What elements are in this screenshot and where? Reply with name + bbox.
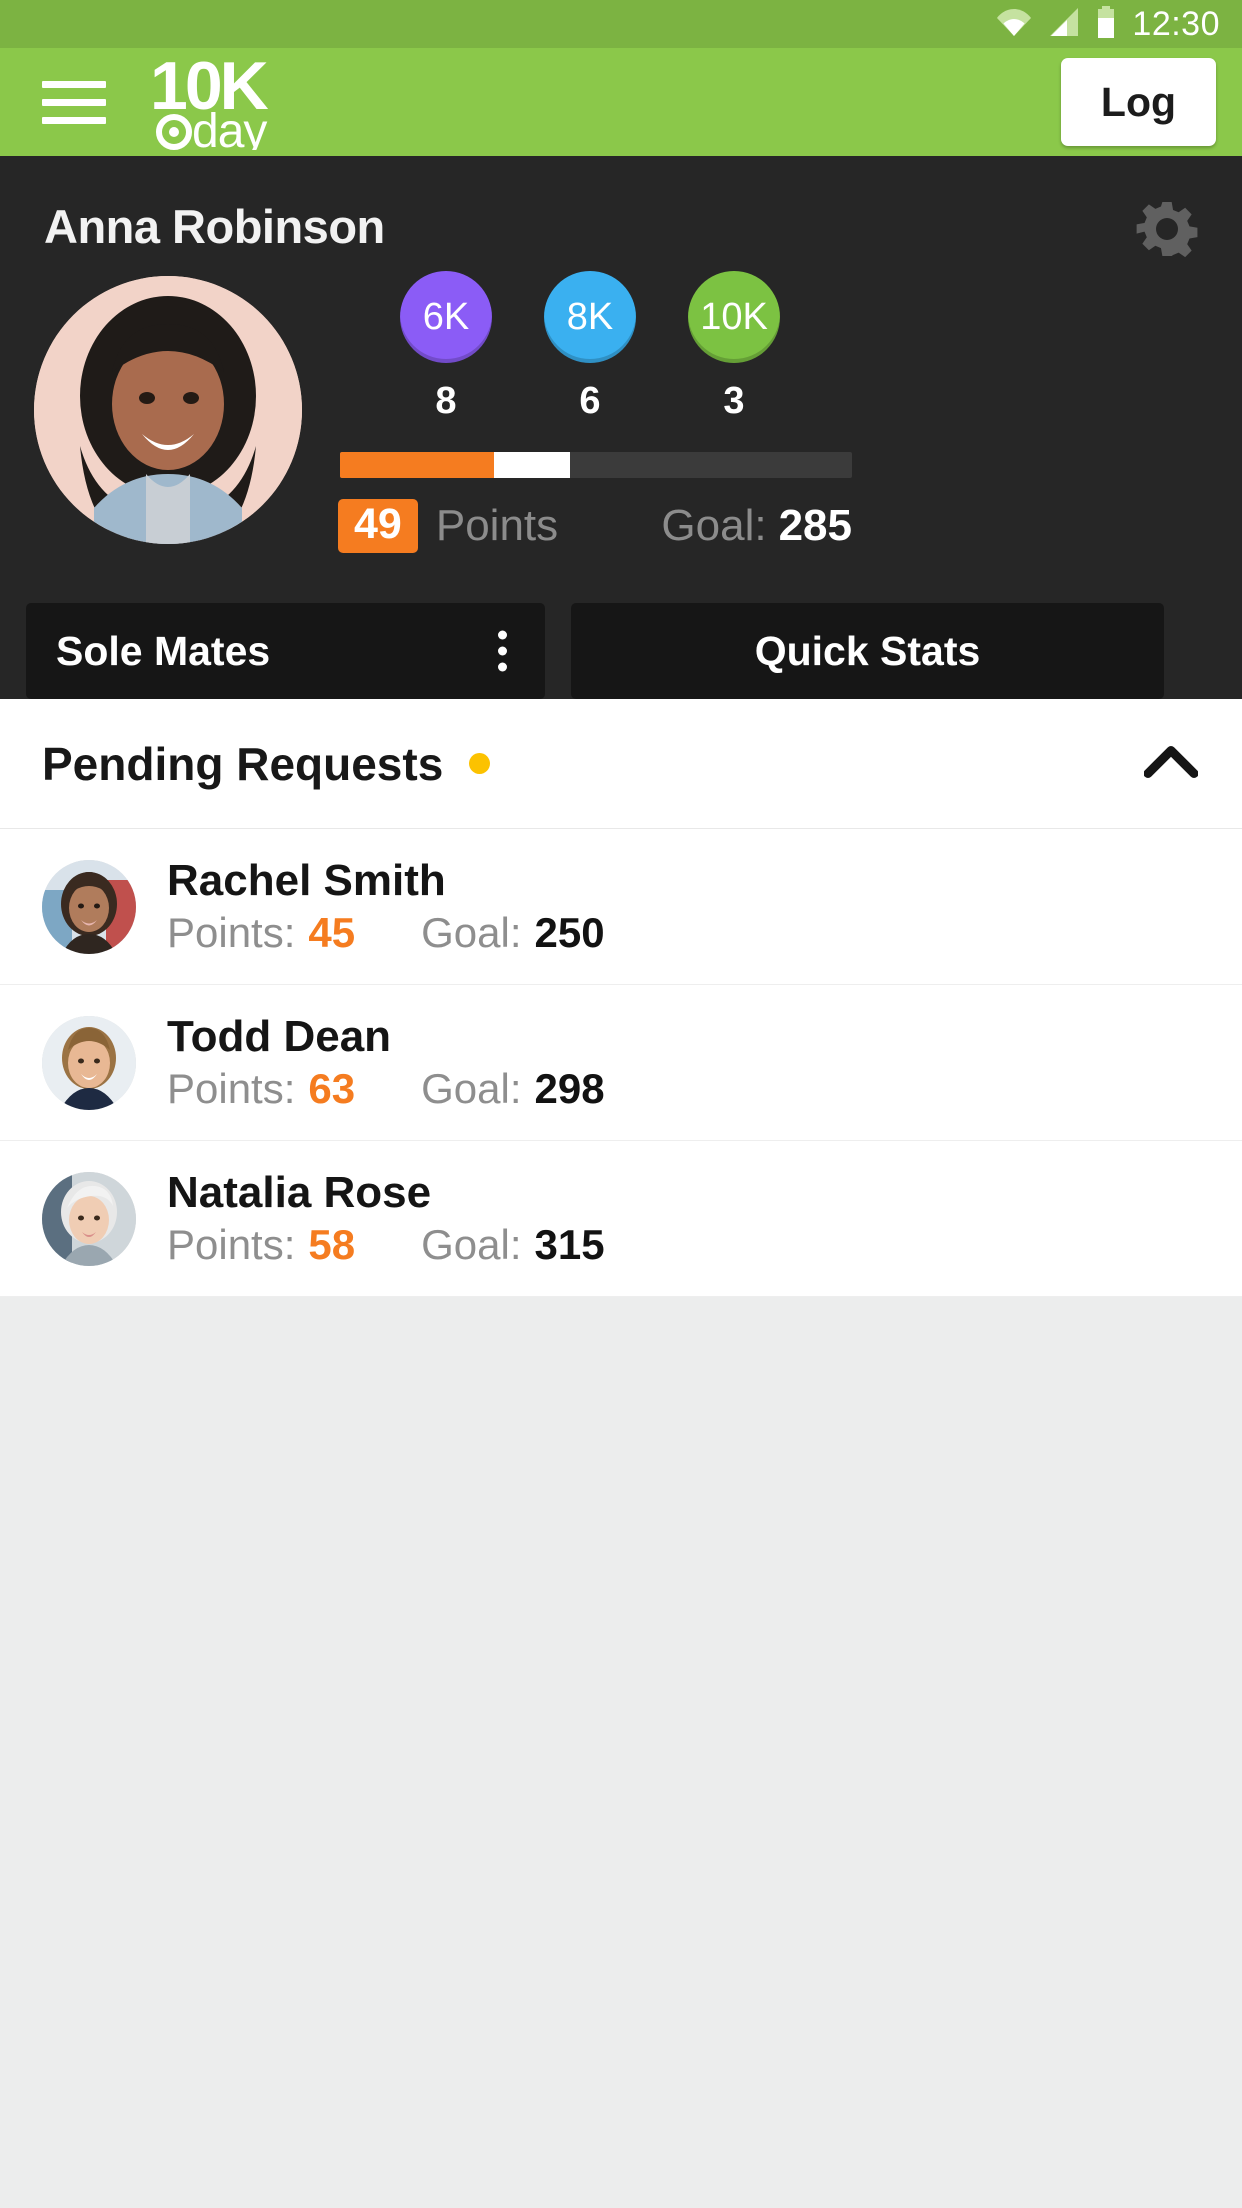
- goal-value: 298: [534, 1065, 605, 1113]
- goal-label: Goal:: [661, 501, 767, 550]
- request-info: Rachel Smith Points: 45 Goal: 250: [167, 856, 605, 957]
- battery-icon: [1096, 5, 1116, 43]
- avatar: [42, 1171, 136, 1266]
- badge-group: 6K 8: [400, 271, 492, 423]
- hamburger-menu-icon[interactable]: [42, 80, 106, 124]
- quick-stats-button[interactable]: Quick Stats: [571, 603, 1164, 699]
- points-value-chip: 49: [338, 499, 418, 553]
- pending-requests-title: Pending Requests: [42, 737, 444, 790]
- request-name: Todd Dean: [167, 1011, 392, 1061]
- app-logo: 10K day: [150, 54, 365, 150]
- goal-label: Goal:: [421, 909, 522, 957]
- points-value: 45: [308, 909, 356, 957]
- badge-6k[interactable]: 6K: [400, 271, 492, 363]
- points-group: 49 Points: [338, 499, 558, 553]
- points-label: Points:: [167, 909, 296, 957]
- points-row: 49 Points Goal: 285: [338, 499, 852, 553]
- goal-group: Goal: 285: [661, 501, 852, 551]
- pending-indicator-dot: [469, 753, 491, 774]
- action-button-row: Sole Mates Quick Stats: [0, 603, 1242, 699]
- status-bar-clock: 12:30: [1132, 4, 1220, 43]
- wifi-icon: [997, 7, 1032, 42]
- goal-value: 315: [534, 1221, 605, 1269]
- app-bar: 10K day Log: [0, 48, 1242, 156]
- badge-8k-count: 6: [579, 380, 601, 422]
- goal-value: 250: [534, 909, 605, 957]
- progress-fill: [340, 452, 494, 478]
- points-label: Points:: [167, 1065, 296, 1113]
- svg-text:day: day: [192, 105, 267, 150]
- badge-group: 8K 6: [544, 271, 636, 423]
- pending-requests-section: Pending Requests Rachel Smith Points: 45…: [0, 699, 1242, 1297]
- badge-row: 6K 8 8K 6 10K 3: [400, 271, 780, 423]
- avatar: [42, 1015, 136, 1110]
- profile-panel: Anna Robinson 6K 8 8K 6 10K 3 49 Points …: [0, 156, 1242, 699]
- request-stats: Points: 58 Goal: 315: [167, 1221, 605, 1269]
- badge-6k-count: 8: [435, 380, 457, 422]
- table-row[interactable]: Natalia Rose Points: 58 Goal: 315: [0, 1141, 1242, 1297]
- table-row[interactable]: Rachel Smith Points: 45 Goal: 250: [0, 829, 1242, 985]
- progress-secondary-fill: [493, 452, 571, 478]
- kebab-menu-icon[interactable]: [498, 630, 507, 672]
- goal-value: 285: [778, 501, 852, 550]
- request-name: Natalia Rose: [167, 1167, 432, 1217]
- status-bar: 12:30: [0, 0, 1242, 48]
- app-screen: 12:30 10K day Log Anna Robinson 6K 8 8K …: [0, 0, 1242, 2208]
- progress-bar: [340, 452, 852, 478]
- avatar: [34, 276, 302, 544]
- points-value: 58: [308, 1221, 356, 1269]
- sole-mates-label: Sole Mates: [56, 627, 271, 674]
- points-label: Points: [435, 501, 559, 550]
- log-button[interactable]: Log: [1061, 58, 1216, 146]
- profile-name: Anna Robinson: [44, 200, 385, 253]
- request-stats: Points: 63 Goal: 298: [167, 1065, 605, 1113]
- points-value: 63: [308, 1065, 356, 1113]
- gear-icon[interactable]: [1134, 196, 1200, 267]
- cellular-signal-icon: [1047, 7, 1080, 42]
- badge-10k-count: 3: [723, 380, 745, 422]
- request-info: Todd Dean Points: 63 Goal: 298: [167, 1012, 605, 1113]
- table-row[interactable]: Todd Dean Points: 63 Goal: 298: [0, 985, 1242, 1141]
- goal-label: Goal:: [421, 1065, 522, 1113]
- request-stats: Points: 45 Goal: 250: [167, 909, 605, 957]
- request-info: Natalia Rose Points: 58 Goal: 315: [167, 1168, 605, 1269]
- avatar: [42, 859, 136, 954]
- sole-mates-button[interactable]: Sole Mates: [26, 603, 545, 699]
- badge-group: 10K 3: [688, 271, 780, 423]
- badge-10k[interactable]: 10K: [688, 271, 780, 363]
- pending-requests-header[interactable]: Pending Requests: [0, 699, 1242, 829]
- empty-area: [0, 1297, 1242, 2208]
- request-name: Rachel Smith: [167, 855, 446, 905]
- goal-label: Goal:: [421, 1221, 522, 1269]
- chevron-up-icon[interactable]: [1143, 744, 1199, 783]
- badge-8k[interactable]: 8K: [544, 271, 636, 363]
- points-label: Points:: [167, 1221, 296, 1269]
- progress-track: [340, 452, 852, 478]
